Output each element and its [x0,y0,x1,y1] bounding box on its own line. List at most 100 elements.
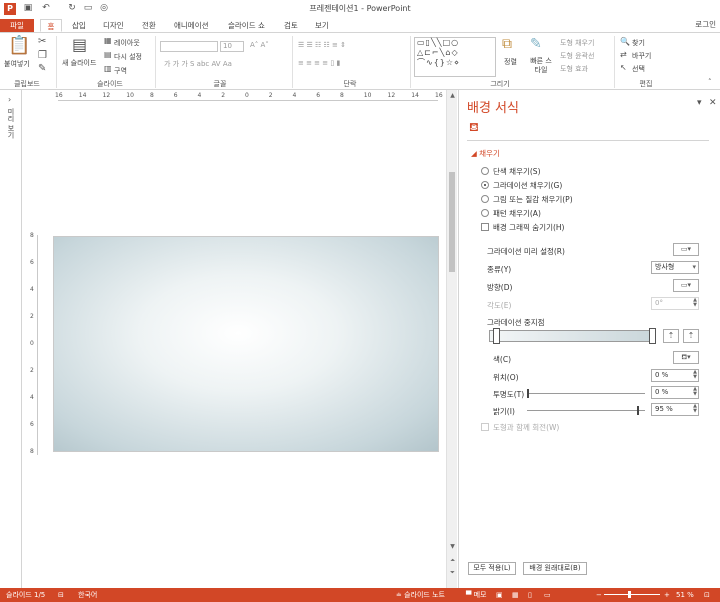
radio-pattern-fill[interactable]: 패턴 채우기(A) [481,208,681,219]
ruler-tick-label: 2 [30,367,34,374]
preset-gradients-label: 그라데이션 미리 설정(R) [487,247,565,256]
close-icon[interactable]: ✕ [709,98,717,108]
normal-view-icon[interactable]: ▣ [496,588,503,602]
cut-icon[interactable]: ✂ [38,37,46,47]
new-slide-button[interactable]: 새 슬라이드 [62,58,96,68]
tab-file[interactable]: 파일 [0,19,34,32]
login-link[interactable]: 로그인 [695,19,716,30]
checkbox-label: 배경 그래픽 숨기기(H) [493,223,565,232]
paste-icon[interactable]: 📋 [8,37,30,55]
slider-knob[interactable] [527,389,529,398]
radio-gradient-fill[interactable]: 그라데이션 채우기(G) [481,180,681,191]
transparency-spinner[interactable]: 0 % ▲ ▼ [651,386,699,399]
reset-button[interactable]: 다시 설정 [114,52,142,62]
apply-to-all-button[interactable]: 모두 적용(L) [468,562,516,575]
section-button[interactable]: 구역 [114,66,127,76]
tab-review[interactable]: 검토 [282,19,300,32]
ruler-tick-label: 14 [78,92,87,99]
tab-transitions[interactable]: 전환 [140,19,158,32]
language-indicator[interactable]: 한국어 [78,588,97,602]
tab-insert[interactable]: 삽입 [70,19,88,32]
slider-knob[interactable] [637,406,640,415]
color-picker-dropdown[interactable]: ⛾▾ [673,351,699,364]
shape-effects-button[interactable]: 도형 효과 [560,64,588,74]
brightness-spinner[interactable]: 95 % ▲ ▼ [651,403,699,416]
notes-button[interactable]: ≐ 슬라이드 노트 [396,588,445,602]
font-grow-icon[interactable]: A˄ A˅ [250,41,269,49]
scroll-down-icon[interactable]: ▼ [448,542,457,551]
zoom-level[interactable]: 51 % [676,588,694,602]
font-name-combo[interactable] [160,41,218,52]
slide-sorter-icon[interactable]: ▦ [512,588,519,602]
shapes-gallery[interactable]: ▭▯╲╲□○ △⊏⌐╲⌂◇ ⌒∿{}☆⋄ [414,37,496,77]
spelling-icon[interactable]: ⊟ [58,588,64,602]
tab-home[interactable]: 홈 [40,19,62,32]
fill-bucket-icon[interactable]: ⛾ [469,120,483,134]
zoom-out-icon[interactable]: − [596,588,602,602]
remove-stop-icon[interactable]: ⇡ [683,329,699,343]
reset-background-button[interactable]: 배경 원래대로(B) [523,562,587,575]
select-button[interactable]: 선택 [632,64,645,74]
new-slide-icon[interactable]: ▤ [72,37,87,53]
quick-styles-icon[interactable]: ✎ [530,37,542,51]
tab-design[interactable]: 디자인 [101,19,126,32]
layout-button[interactable]: 레이아웃 [114,38,140,48]
fit-to-window-icon[interactable]: ⊡ [704,588,710,602]
format-background-pane: 배경 서식 ▾ ✕ ⛾ ◢ 채우기 단색 채우기(S) 그라데이션 채우기(G)… [458,90,720,588]
shape-outline-button[interactable]: 도형 윤곽선 [560,51,594,61]
gradient-stop-handle[interactable] [493,328,500,344]
quick-styles-button[interactable]: 빠른 스타일 [528,57,554,75]
expand-thumbnails-icon[interactable]: › [8,95,11,104]
slide-canvas[interactable] [53,236,439,452]
slideshow-icon[interactable]: ▭ [544,588,551,602]
direction-dropdown[interactable]: ▭▾ [673,279,699,292]
font-format-icons[interactable]: 가 가 가 S abc AV Aa [164,59,232,69]
list-icons[interactable]: ☰ ☰ ☷ ☷ ≡ ⇕ [298,41,346,49]
replace-icon: ⇄ [620,50,627,59]
ribbon: 📋 붙여넣기 ✂ ❐ ✎ 클립보드 ▤ 새 슬라이드 ▦ 레이아웃 ▤ 다시 설… [0,32,720,90]
radio-picture-fill[interactable]: 그림 또는 질감 채우기(P) [481,194,681,205]
group-label-clipboard: 클립보드 [14,80,40,88]
collapse-ribbon-icon[interactable]: ˄ [708,79,712,86]
paste-button[interactable]: 붙여넣기 [4,59,30,69]
shape-fill-button[interactable]: 도형 채우기 [560,38,594,48]
ruler-tick-label: 4 [30,286,34,293]
section-icon: ▥ [104,64,112,73]
tab-animations[interactable]: 애니메이션 [172,19,211,32]
arrange-button[interactable]: 정렬 [504,57,517,67]
radio-dot [481,181,489,189]
zoom-slider-knob[interactable] [628,591,631,598]
transparency-slider[interactable] [527,389,645,398]
zoom-slider[interactable] [604,591,660,598]
previous-slide-icon[interactable]: ⏶ [448,556,457,565]
add-stop-icon[interactable]: ⇡ [663,329,679,343]
preset-gradients-dropdown[interactable]: ▭▾ [673,243,699,256]
section-fill[interactable]: ◢ 채우기 [471,148,500,159]
radio-label: 그라데이션 채우기(G) [493,181,563,190]
font-size-combo[interactable]: 10 [220,41,244,52]
arrange-icon[interactable]: ⧉ [502,37,512,51]
reading-view-icon[interactable]: ▯ [528,588,532,602]
gradient-stop-handle[interactable] [649,328,656,344]
comments-button[interactable]: ▀ 메모 [466,588,487,602]
zoom-in-icon[interactable]: + [664,588,670,602]
pane-options-icon[interactable]: ▾ [697,98,702,108]
format-painter-icon[interactable]: ✎ [38,64,46,74]
radio-solid-fill[interactable]: 단색 채우기(S) [481,166,681,177]
replace-button[interactable]: 바꾸기 [632,51,651,61]
group-label-slides: 슬라이드 [97,80,123,88]
tab-slideshow[interactable]: 슬라이드 쇼 [226,19,267,32]
position-spinner[interactable]: 0 % ▲ ▼ [651,369,699,382]
tab-view[interactable]: 보기 [313,19,331,32]
find-button[interactable]: 찾기 [632,38,645,48]
copy-icon[interactable]: ❐ [38,51,47,61]
brightness-slider[interactable] [527,406,645,415]
next-slide-icon[interactable]: ⏷ [448,568,457,577]
ruler-tick-label: 0 [30,340,34,347]
scrollbar-thumb[interactable] [449,172,455,272]
type-select[interactable]: 방사형 [651,261,699,274]
align-icons[interactable]: ≡ ≡ ≡ ≡ ▯ ▮ [298,59,340,67]
gradient-stops-bar[interactable] [489,330,655,342]
vertical-scrollbar[interactable]: ▲ ▼ ⏶ ⏷ [446,90,457,588]
scroll-up-icon[interactable]: ▲ [448,91,457,100]
